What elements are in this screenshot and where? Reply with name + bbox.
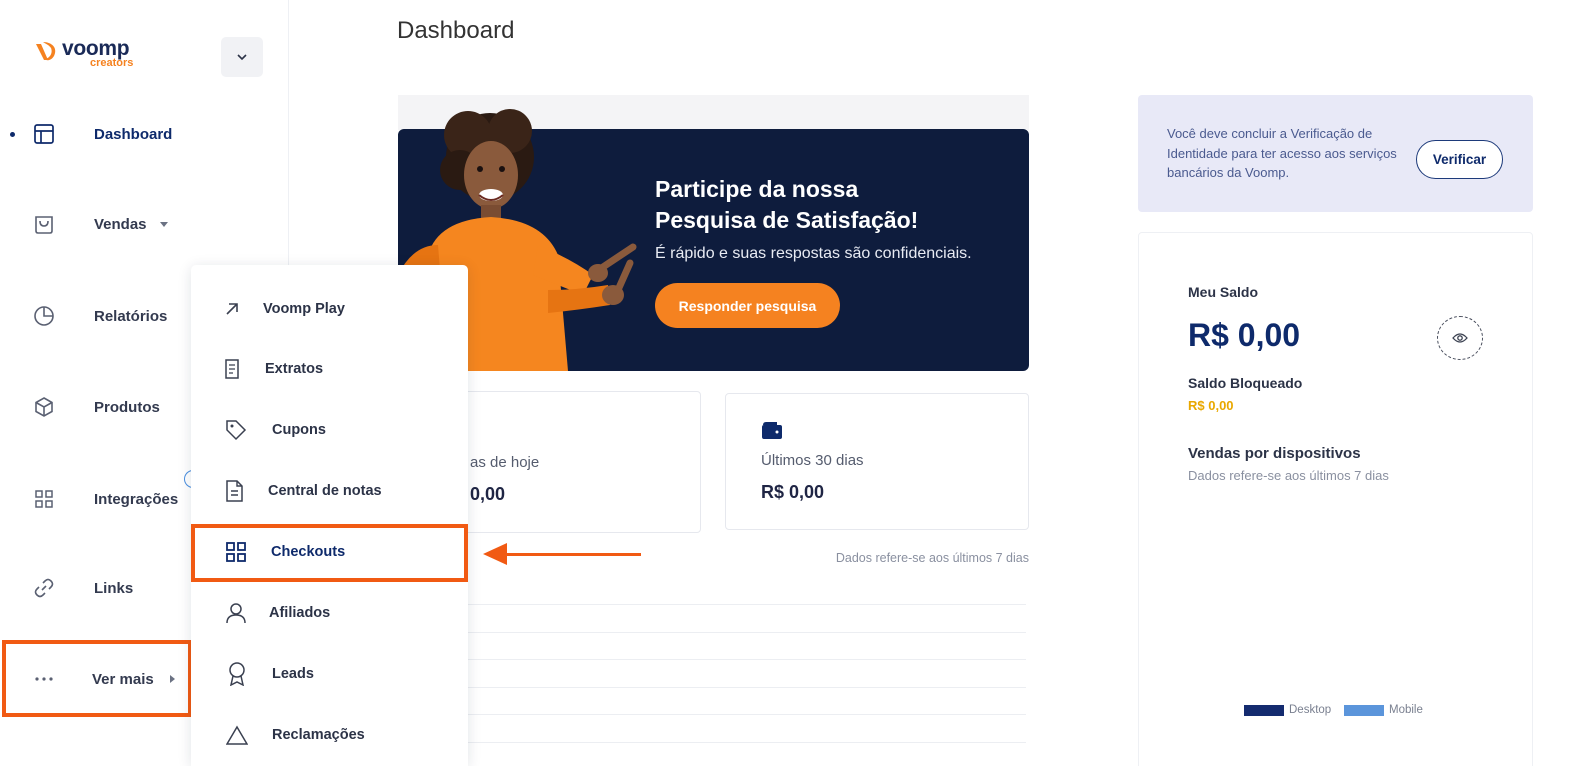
sidebar-item-label: Relatórios bbox=[94, 307, 168, 325]
legend-item-desktop: Desktop bbox=[1244, 704, 1331, 716]
shopping-bag-icon bbox=[32, 212, 56, 236]
dropdown-item-label: Central de notas bbox=[268, 483, 382, 499]
legend-label: Desktop bbox=[1289, 704, 1332, 716]
toggle-balance-visibility-button[interactable] bbox=[1437, 316, 1483, 360]
card-value: R$ 0,00 bbox=[761, 482, 825, 502]
legend-item-mobile: Mobile bbox=[1344, 704, 1423, 716]
card-value: 0,00 bbox=[470, 484, 506, 504]
arrow-up-right-icon bbox=[221, 298, 243, 320]
caret-down-icon bbox=[160, 222, 168, 227]
chart-gridline bbox=[468, 714, 1026, 715]
pie-chart-icon bbox=[32, 304, 56, 328]
sidebar-item-label: Links bbox=[94, 579, 134, 597]
chart-gridline bbox=[468, 742, 1026, 743]
sidebar-item-vendas[interactable]: Vendas bbox=[0, 204, 289, 244]
answer-survey-button[interactable]: Responder pesquisa bbox=[655, 283, 840, 328]
dropdown-item-label: Afiliados bbox=[269, 605, 331, 621]
link-icon bbox=[32, 576, 56, 600]
verify-button[interactable]: Verificar bbox=[1416, 140, 1503, 179]
page-title: Dashboard bbox=[397, 17, 515, 44]
legend-swatch bbox=[1244, 704, 1284, 716]
verification-message: Você deve concluir a Verificação de Iden… bbox=[1167, 126, 1397, 180]
sidebar-item-label: Dashboard bbox=[94, 125, 173, 143]
grid-icon bbox=[32, 487, 56, 511]
dropdown-item-label: Leads bbox=[272, 666, 314, 682]
dropdown-item-label: Extratos bbox=[265, 361, 324, 377]
annotation-arrow-head-icon bbox=[483, 543, 507, 565]
tag-icon bbox=[225, 419, 247, 441]
sidebar-item-label: Produtos bbox=[94, 398, 160, 416]
wallet-icon bbox=[762, 422, 782, 439]
annotation-arrow-line bbox=[500, 553, 641, 556]
ver-mais-highlight bbox=[2, 640, 192, 717]
sidebar-item-label: Integrações bbox=[94, 490, 179, 508]
chart-gridline bbox=[468, 659, 1026, 660]
chart-gridline bbox=[468, 687, 1026, 688]
voomp-logo-mark-icon bbox=[36, 42, 56, 61]
dropdown-item-voomp-play[interactable]: Voomp Play bbox=[191, 289, 468, 329]
chart-gridline bbox=[468, 604, 1026, 605]
blocked-balance-value: R$ 0,00 bbox=[1188, 398, 1234, 413]
banner-subtitle: É rápido e suas respostas são confidenci… bbox=[655, 245, 972, 262]
chevron-down-icon bbox=[237, 54, 247, 61]
balance-label: Meu Saldo bbox=[1188, 284, 1259, 300]
checkouts-highlight bbox=[191, 524, 468, 582]
voomp-logo[interactable]: voomp creators bbox=[34, 38, 133, 69]
legend-swatch bbox=[1344, 704, 1384, 716]
sidebar-item-label: Vendas bbox=[94, 215, 147, 233]
triangle-icon bbox=[226, 724, 248, 746]
card-label: Últimos 30 dias bbox=[761, 452, 864, 469]
sidebar-item-dashboard[interactable]: Dashboard bbox=[0, 114, 289, 154]
dropdown-item-label: Reclamações bbox=[272, 727, 365, 743]
dropdown-item-cupons[interactable]: Cupons bbox=[191, 410, 468, 450]
ver-mais-dropdown: Voomp Play Extratos Cupons Central de no… bbox=[191, 265, 468, 766]
dropdown-item-afiliados[interactable]: Afiliados bbox=[191, 593, 468, 633]
eye-icon bbox=[1452, 333, 1468, 343]
devices-title: Vendas por dispositivos bbox=[1188, 445, 1361, 462]
dropdown-item-label: Cupons bbox=[272, 422, 326, 438]
sidebar-collapse-button[interactable] bbox=[221, 37, 263, 77]
dropdown-item-central-de-notas[interactable]: Central de notas bbox=[191, 471, 468, 511]
document-icon bbox=[221, 358, 243, 380]
active-indicator bbox=[10, 131, 15, 137]
chart-note: Dados refere-se aos últimos 7 dias bbox=[835, 551, 1029, 565]
dropdown-item-extratos[interactable]: Extratos bbox=[191, 349, 468, 389]
legend-label: Mobile bbox=[1389, 704, 1423, 716]
banner-title: Participe da nossa Pesquisa de Satisfaçã… bbox=[655, 174, 1015, 236]
box-icon bbox=[32, 395, 56, 419]
layout-icon bbox=[32, 122, 56, 146]
chart-gridline bbox=[468, 632, 1026, 633]
balance-value: R$ 0,00 bbox=[1188, 317, 1301, 353]
dropdown-item-leads[interactable]: Leads bbox=[191, 654, 468, 694]
user-icon bbox=[225, 602, 247, 624]
devices-subtitle: Dados refere-se aos últimos 7 dias bbox=[1188, 468, 1389, 483]
award-icon bbox=[226, 662, 248, 686]
blocked-balance-label: Saldo Bloqueado bbox=[1188, 375, 1303, 391]
banner-title-line-2: Pesquisa de Satisfação! bbox=[655, 207, 919, 233]
dropdown-item-label: Voomp Play bbox=[263, 301, 345, 317]
banner-title-line-1: Participe da nossa bbox=[655, 176, 859, 202]
file-text-icon bbox=[223, 480, 245, 502]
logo-subtitle: creators bbox=[90, 57, 134, 69]
dropdown-item-reclamacoes[interactable]: Reclamações bbox=[191, 715, 468, 755]
card-label: as de hoje bbox=[470, 454, 540, 471]
balance-card bbox=[1138, 232, 1533, 766]
